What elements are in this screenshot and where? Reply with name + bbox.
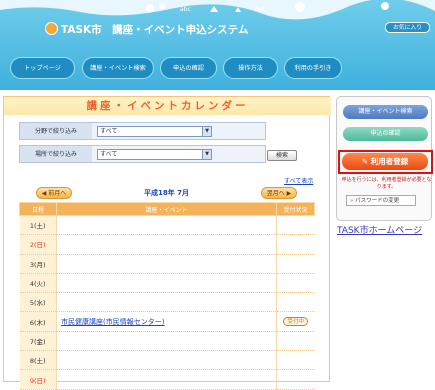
place-select[interactable]: すべて ▼ (97, 149, 212, 160)
col-event: 講座・イベント (56, 202, 277, 216)
search-button[interactable]: 検索 (267, 150, 297, 161)
field-filter-row: 分野で絞り込み すべて ▼ (19, 122, 266, 140)
status-cell (276, 350, 315, 371)
event-cell: 市民健康講座(市民情報センター) (56, 311, 277, 332)
prev-month-button[interactable]: ◀ 前月へ (36, 187, 72, 199)
table-row: 2(日) (19, 234, 315, 255)
day-cell: 3(月) (19, 253, 57, 274)
day-cell: 6(木) (19, 311, 57, 332)
status-badge: 受付中 (283, 317, 308, 327)
status-cell: 受付中 (276, 311, 315, 332)
day-cell: 7(金) (19, 330, 57, 352)
event-cell (56, 272, 277, 294)
day-cell: 2(日) (19, 234, 57, 255)
table-row: 1(土) (19, 214, 315, 236)
status-cell (276, 253, 315, 274)
status-cell (276, 234, 315, 255)
logo-icon (45, 22, 58, 35)
status-cell (276, 214, 315, 236)
table-row: 4(火) (19, 272, 315, 294)
table-row: 3(月) (19, 253, 315, 274)
event-cell (56, 253, 277, 274)
event-cell (56, 214, 277, 236)
field-filter-label: 分野で絞り込み (20, 123, 92, 139)
status-cell (276, 330, 315, 352)
pencil-icon: ✎ (361, 157, 369, 166)
event-cell (56, 369, 277, 390)
next-month-button[interactable]: 翌月へ ▶ (261, 187, 297, 199)
sidebar-confirm-button[interactable]: 申込の確認 (343, 127, 428, 141)
header: abc def TASK市 講座・イベント申込システム お気に入り トップページ… (0, 0, 435, 90)
nav-confirm[interactable]: 申込の確認 (160, 57, 217, 79)
table-row: 8(土) (19, 350, 315, 371)
status-cell (276, 272, 315, 294)
nav-howto[interactable]: 操作方法 (223, 57, 278, 79)
day-cell: 9(日) (19, 369, 57, 390)
table-row: 9(日) (19, 369, 315, 390)
city-home-link[interactable]: TASK市ホームページ (337, 223, 422, 236)
status-cell (276, 292, 315, 313)
event-cell (56, 234, 277, 255)
password-change-button[interactable]: » パスワードの変更 (346, 195, 416, 206)
event-cell (56, 350, 277, 371)
register-note: 申込を行うには、利用者登録が必要となります。 (341, 177, 432, 190)
event-link[interactable]: 市民健康講座(市民情報センター) (61, 318, 164, 326)
col-status: 受付状況 (276, 202, 315, 216)
month-label: 平成18年 7月 (143, 189, 190, 197)
calendar-title: 講座・イベントカレンダー (4, 97, 331, 115)
event-cell (56, 330, 277, 352)
chevron-down-icon: ▼ (202, 127, 211, 136)
place-filter-label: 場所で絞り込み (20, 146, 92, 162)
nav-guide[interactable]: 利用の手引き (284, 57, 342, 79)
chevron-down-icon: ▼ (202, 150, 211, 159)
arrow-icon: » (350, 198, 354, 204)
nav-top[interactable]: トップページ (10, 57, 75, 79)
sidebar: 講座・イベント検索 申込の確認 ✎ 利用者登録 申込を行うには、利用者登録が必要… (333, 96, 434, 382)
favorites-button[interactable]: お気に入り (385, 22, 430, 33)
status-cell (276, 369, 315, 390)
register-button[interactable]: ✎ 利用者登録 (342, 153, 428, 170)
table-row: 6(木) 市民健康講座(市民情報センター) 受付中 (19, 311, 315, 332)
day-cell: 5(水) (19, 292, 57, 313)
day-cell: 1(土) (19, 214, 57, 236)
site-title: TASK市 講座・イベント申込システム (61, 24, 249, 36)
show-all-link[interactable]: すべて表示 (284, 176, 313, 185)
day-cell: 4(火) (19, 272, 57, 294)
table-row: 5(水) (19, 292, 315, 313)
day-cell: 8(土) (19, 350, 57, 371)
event-cell (56, 292, 277, 313)
nav-search[interactable]: 講座・イベント検索 (82, 57, 154, 79)
sidebar-box: 講座・イベント検索 申込の確認 ✎ 利用者登録 申込を行うには、利用者登録が必要… (336, 96, 433, 221)
table-row: 7(金) (19, 330, 315, 352)
place-filter-row: 場所で絞り込み すべて ▼ (19, 145, 266, 163)
calendar-table: 日程 講座・イベント 受付状況 1(土) 2(日) 3(月) 4(火) 5(水) 6(木)… (19, 202, 315, 390)
svg-text:abc: abc (180, 6, 191, 13)
calendar-panel: 講座・イベントカレンダー 分野で絞り込み すべて ▼ 場所で絞り込み すべて ▼ 検… (3, 96, 331, 390)
sidebar-search-button[interactable]: 講座・イベント検索 (343, 105, 428, 119)
field-select[interactable]: すべて ▼ (97, 126, 212, 137)
svg-text:def: def (255, 6, 266, 13)
col-date: 日程 (19, 202, 57, 216)
